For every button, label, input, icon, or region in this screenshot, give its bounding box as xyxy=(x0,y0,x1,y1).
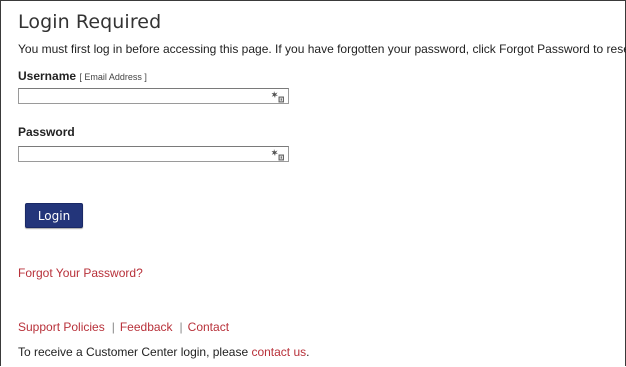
note-suffix: . xyxy=(306,345,310,359)
username-hint: [ Email Address ] xyxy=(79,72,147,82)
username-label-row: Username [ Email Address ] xyxy=(18,69,147,83)
footer-separator: | xyxy=(179,320,183,334)
support-policies-link[interactable]: Support Policies xyxy=(18,320,105,334)
contact-link[interactable]: Contact xyxy=(188,320,229,334)
username-field[interactable] xyxy=(18,88,289,106)
footer-links: Support Policies | Feedback | Contact xyxy=(18,320,229,334)
note-prefix: To receive a Customer Center login, plea… xyxy=(18,345,252,359)
password-input[interactable] xyxy=(19,150,267,164)
footer-separator: | xyxy=(111,320,115,334)
contact-us-link[interactable]: contact us xyxy=(251,345,306,359)
feedback-link[interactable]: Feedback xyxy=(120,320,173,334)
username-input[interactable] xyxy=(19,92,267,106)
key-badge-icon[interactable] xyxy=(271,148,285,161)
forgot-password-link[interactable]: Forgot Your Password? xyxy=(18,266,143,280)
username-label: Username xyxy=(18,69,77,83)
login-panel: Login Required You must first log in bef… xyxy=(0,0,626,366)
key-badge-icon[interactable] xyxy=(271,90,285,103)
intro-text: You must first log in before accessing t… xyxy=(18,42,626,56)
customer-center-note: To receive a Customer Center login, plea… xyxy=(18,345,310,359)
login-button[interactable]: Login xyxy=(25,203,83,228)
password-label: Password xyxy=(18,125,75,139)
password-field[interactable] xyxy=(18,146,289,164)
page-title: Login Required xyxy=(18,11,162,33)
